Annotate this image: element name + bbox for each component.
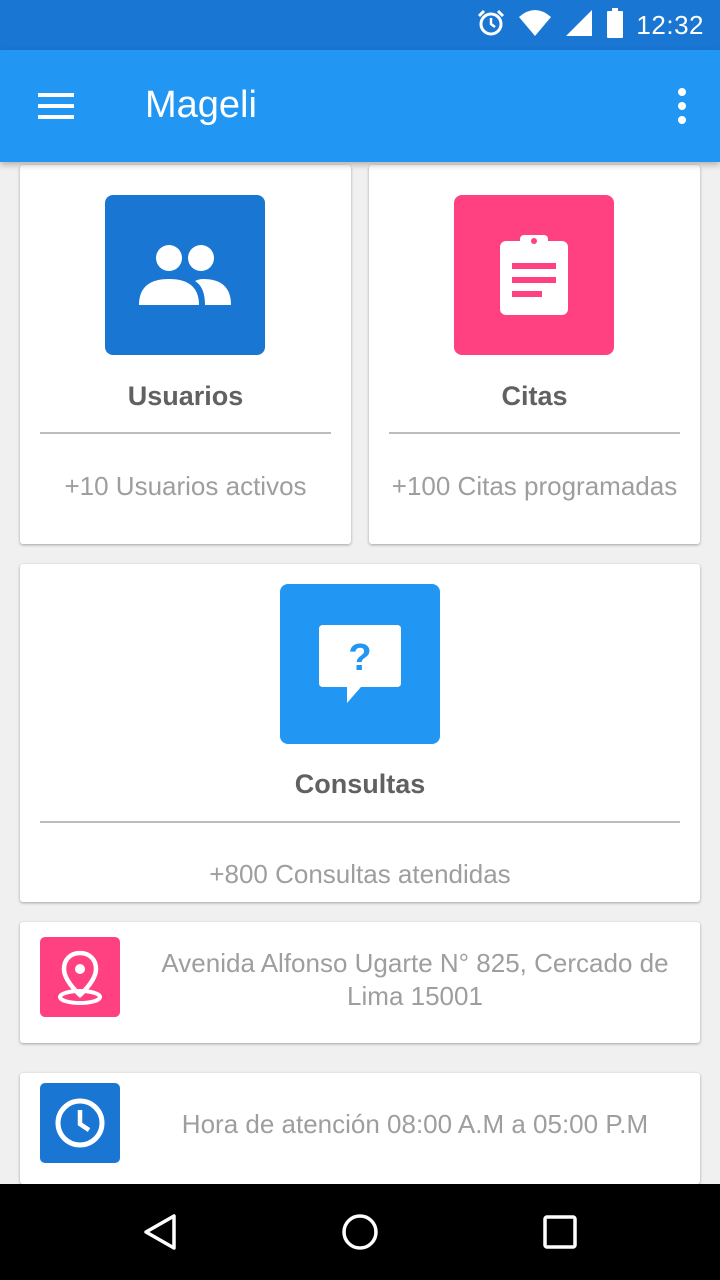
tile-usuarios-title: Usuarios [127, 381, 244, 411]
tile-consultas-subtitle: +800 Consultas atendidas [209, 859, 511, 889]
consultas-icon-box: ? [280, 584, 440, 744]
address-card[interactable]: Avenida Alfonso Ugarte N° 825, Cercado d… [20, 922, 700, 1043]
svg-text:?: ? [348, 637, 371, 679]
address-text: Avenida Alfonso Ugarte N° 825, Cercado d… [161, 948, 669, 1011]
hours-icon-box [40, 1083, 120, 1163]
status-bar: 12:32 [0, 0, 720, 50]
citas-icon-box [454, 195, 614, 355]
app-title: Mageli [145, 84, 257, 126]
overflow-menu-button[interactable] [664, 80, 700, 132]
battery-icon [606, 7, 624, 43]
tile-divider [389, 432, 680, 434]
usuarios-icon-box [105, 195, 265, 355]
tile-citas-subtitle: +100 Citas programadas [391, 471, 678, 501]
tile-divider [40, 432, 331, 434]
address-icon-box [40, 937, 120, 1017]
tile-divider [40, 821, 680, 823]
tile-consultas[interactable]: ? Consultas +800 Consultas atendidas [20, 564, 700, 902]
clock-icon [55, 1098, 105, 1148]
home-button[interactable] [330, 1202, 390, 1262]
menu-icon [38, 93, 74, 119]
hours-card[interactable]: Hora de atención 08:00 A.M a 05:00 P.M [20, 1073, 700, 1184]
more-vert-icon [678, 88, 686, 124]
tile-usuarios[interactable]: Usuarios +10 Usuarios activos [20, 165, 351, 544]
signal-icon [564, 8, 594, 43]
system-nav-bar [0, 1184, 720, 1280]
tile-consultas-title: Consultas [294, 769, 426, 799]
tile-citas-title: Citas [501, 381, 568, 411]
menu-button[interactable] [24, 80, 88, 132]
clipboard-icon [500, 235, 568, 315]
recents-button[interactable] [530, 1202, 590, 1262]
recents-icon [543, 1215, 577, 1249]
alarm-icon [476, 8, 506, 43]
tile-usuarios-subtitle: +10 Usuarios activos [64, 471, 307, 501]
question-bubble-icon: ? [319, 625, 401, 703]
tile-citas[interactable]: Citas +100 Citas programadas [369, 165, 700, 544]
location-pin-icon [58, 950, 102, 1005]
status-icons: 12:32 [476, 0, 704, 50]
back-icon [144, 1214, 176, 1250]
app-bar: Mageli [0, 50, 720, 162]
status-time: 12:32 [636, 9, 704, 40]
back-button[interactable] [130, 1202, 190, 1262]
home-icon [342, 1214, 378, 1250]
wifi-icon [518, 9, 552, 42]
group-icon [139, 245, 231, 305]
hours-text: Hora de atención 08:00 A.M a 05:00 P.M [181, 1109, 649, 1139]
